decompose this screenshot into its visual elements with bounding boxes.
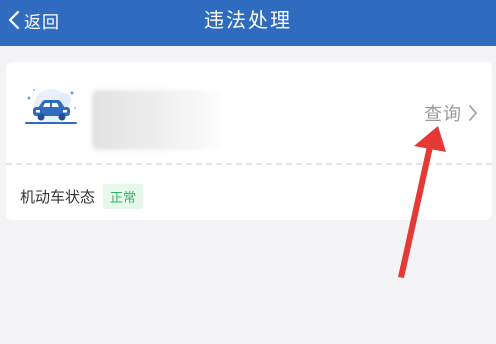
car-icon xyxy=(25,89,77,124)
vehicle-status-label: 机动车状态 xyxy=(20,187,96,206)
vehicle-card: 查询 机动车状态 正常 xyxy=(6,62,492,220)
query-button[interactable]: 查询 xyxy=(424,100,478,126)
chevron-right-icon xyxy=(469,105,477,121)
page-title: 违法处理 xyxy=(204,8,292,32)
status-badge: 正常 xyxy=(103,183,144,209)
top-nav-bar: 返回 违法处理 xyxy=(0,0,496,46)
license-plate-redacted xyxy=(92,90,222,150)
query-label: 查询 xyxy=(424,104,462,125)
vehicle-status-row: 机动车状态 正常 xyxy=(20,182,144,210)
card-divider xyxy=(6,163,492,165)
